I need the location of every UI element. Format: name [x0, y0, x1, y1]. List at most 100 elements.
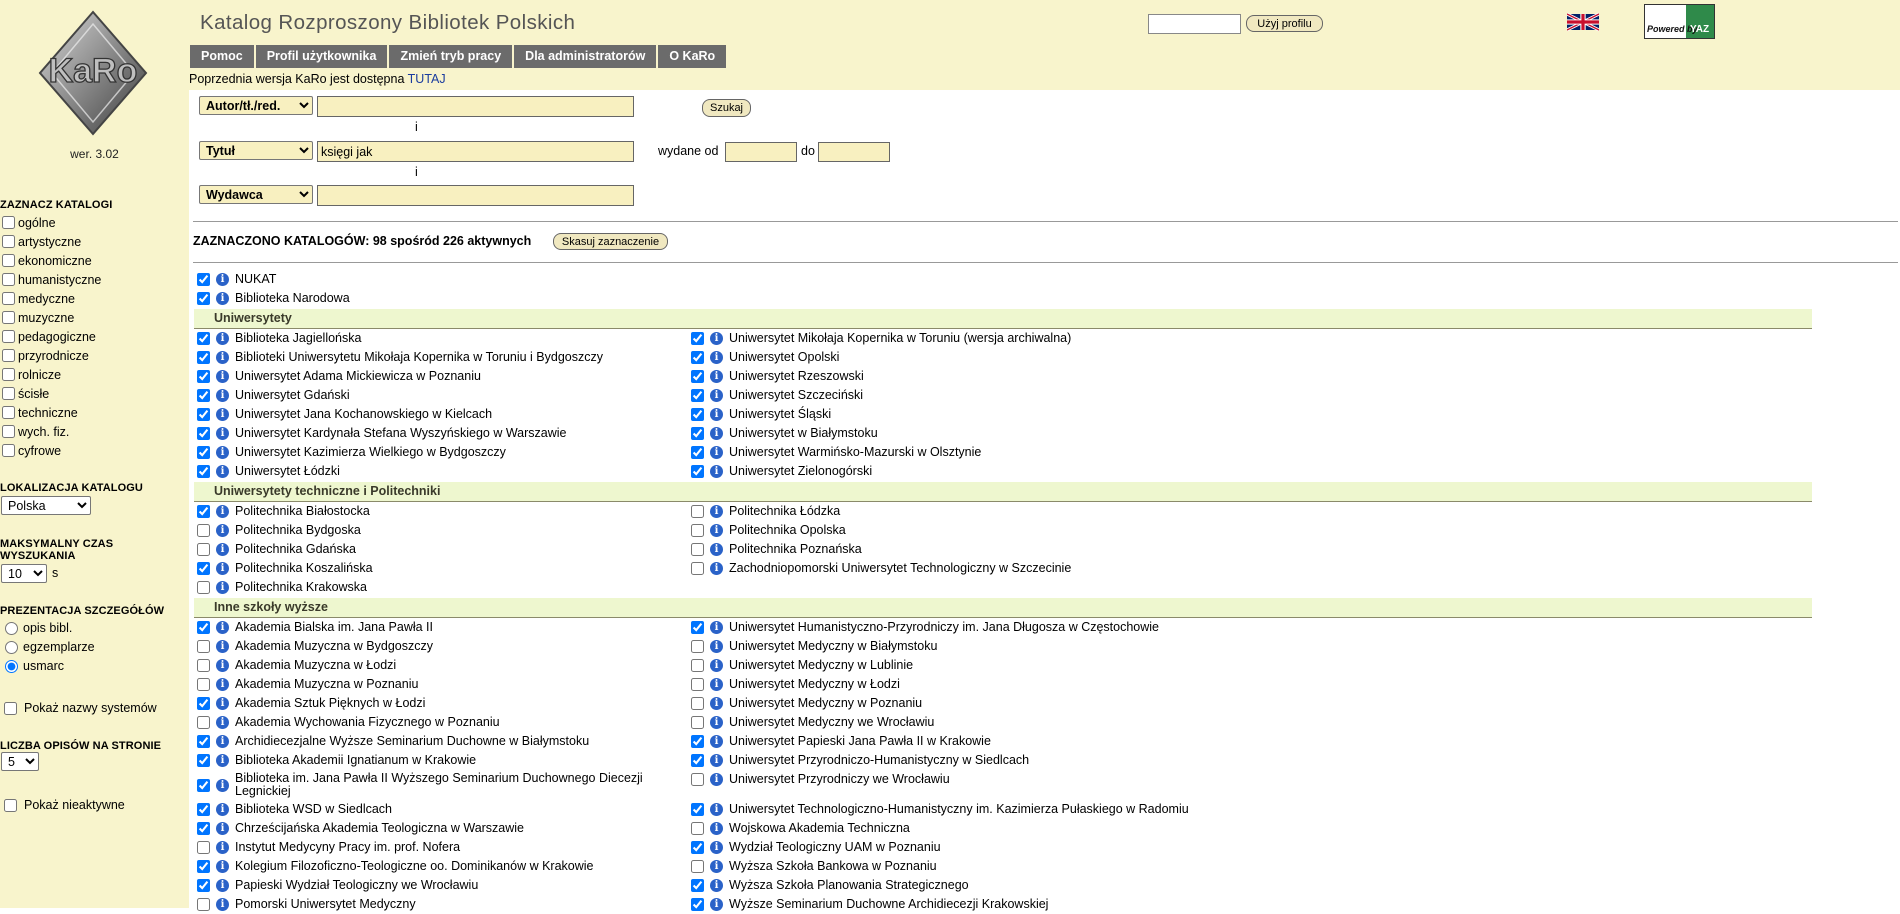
info-icon[interactable]: i [216, 822, 229, 835]
clear-selection-button[interactable]: Skasuj zaznaczenie [553, 233, 668, 250]
catalog-item[interactable]: i Uniwersytet Medyczny w Białymstoku [691, 637, 937, 656]
category-checkbox[interactable] [2, 387, 15, 400]
info-icon[interactable]: i [710, 879, 723, 892]
catalog-checkbox[interactable] [197, 446, 210, 459]
info-icon[interactable]: i [216, 898, 229, 911]
catalog-item[interactable]: i Politechnika Poznańska [691, 540, 862, 559]
catalog-checkbox[interactable] [691, 898, 704, 911]
catalog-checkbox[interactable] [197, 640, 210, 653]
catalog-item[interactable]: i Uniwersytet Kardynała Stefana Wyszyński… [197, 424, 567, 443]
catalog-item[interactable]: i Uniwersytet Przyrodniczy we Wrocławiu [691, 770, 950, 789]
year-to-input[interactable] [818, 142, 890, 162]
info-icon[interactable]: i [216, 803, 229, 816]
catalog-checkbox[interactable] [197, 505, 210, 518]
uk-flag-icon[interactable] [1567, 12, 1599, 32]
catalog-checkbox[interactable] [197, 803, 210, 816]
info-icon[interactable]: i [710, 697, 723, 710]
category-checkbox[interactable] [2, 216, 15, 229]
info-icon[interactable]: i [710, 678, 723, 691]
catalog-item[interactable]: i Zachodniopomorski Uniwersytet Technolog… [691, 559, 1071, 578]
info-icon[interactable]: i [216, 879, 229, 892]
catalog-item[interactable]: i Uniwersytet Medyczny w Łodzi [691, 675, 900, 694]
catalog-item[interactable]: i Politechnika Gdańska [197, 540, 356, 559]
details-radio[interactable] [5, 640, 18, 654]
catalog-item[interactable]: i Uniwersytet Rzeszowski [691, 367, 864, 386]
info-icon[interactable]: i [216, 678, 229, 691]
catalog-item[interactable]: i Wyższe Seminarium Duchowne Archidiecezj… [691, 895, 1048, 914]
catalog-item[interactable]: i Politechnika Łódzka [691, 502, 840, 521]
catalog-checkbox[interactable] [197, 754, 210, 767]
info-icon[interactable]: i [216, 370, 229, 383]
catalog-checkbox[interactable] [691, 332, 704, 345]
catalog-checkbox[interactable] [197, 841, 210, 854]
catalog-checkbox[interactable] [691, 465, 704, 478]
catalog-checkbox[interactable] [691, 697, 704, 710]
info-icon[interactable]: i [710, 822, 723, 835]
catalog-checkbox[interactable] [691, 621, 704, 634]
info-icon[interactable]: i [710, 754, 723, 767]
info-icon[interactable]: i [216, 524, 229, 537]
catalog-item[interactable]: i Uniwersytet Kazimierza Wielkiego w Bydg… [197, 443, 506, 462]
catalog-item[interactable]: i Instytut Medycyny Pracy im. prof. Nofer… [197, 838, 460, 857]
category-checkbox[interactable] [2, 273, 15, 286]
catalog-item[interactable]: i Wyższa Szkoła Planowania Strategicznego [691, 876, 969, 895]
info-icon[interactable]: i [710, 841, 723, 854]
use-profile-button[interactable]: Użyj profilu [1246, 15, 1323, 32]
catalog-checkbox[interactable] [197, 408, 210, 421]
info-icon[interactable]: i [216, 408, 229, 421]
catalog-item[interactable]: i Uniwersytet Medyczny w Poznaniu [691, 694, 922, 713]
info-icon[interactable]: i [710, 389, 723, 402]
info-icon[interactable]: i [710, 370, 723, 383]
catalog-item[interactable]: i Politechnika Białostocka [197, 502, 370, 521]
category-checkbox[interactable] [2, 311, 15, 324]
info-icon[interactable]: i [216, 778, 229, 792]
category-toggle[interactable]: wych. fiz. [2, 422, 69, 441]
catalog-checkbox[interactable] [197, 778, 210, 792]
info-icon[interactable]: i [216, 446, 229, 459]
info-icon[interactable]: i [710, 716, 723, 729]
field2-input[interactable] [317, 141, 634, 162]
catalog-checkbox[interactable] [197, 524, 210, 537]
catalog-item[interactable]: i Wydział Teologiczny UAM w Poznaniu [691, 838, 941, 857]
catalog-item[interactable]: i Politechnika Bydgoska [197, 521, 361, 540]
category-checkbox[interactable] [2, 235, 15, 248]
details-option[interactable]: usmarc [5, 657, 64, 675]
catalog-checkbox[interactable] [691, 389, 704, 402]
info-icon[interactable]: i [216, 754, 229, 767]
catalog-item[interactable]: i Biblioteka Jagiellońska [197, 329, 361, 348]
catalog-item[interactable]: i Akademia Sztuk Pięknych w Łodzi [197, 694, 425, 713]
field1-select[interactable]: Autor/tł./red. [199, 96, 313, 115]
catalog-item[interactable]: i Wyższa Szkoła Bankowa w Poznaniu [691, 857, 937, 876]
catalog-checkbox[interactable] [691, 505, 704, 518]
field2-select[interactable]: Tytuł [199, 141, 313, 160]
catalog-item[interactable]: i Uniwersytet Przyrodniczo-Humanistyczny … [691, 751, 1029, 770]
catalog-checkbox[interactable] [197, 898, 210, 911]
category-toggle[interactable]: pedagogiczne [2, 327, 96, 346]
category-checkbox[interactable] [2, 349, 15, 362]
category-toggle[interactable]: cyfrowe [2, 441, 61, 460]
nav-tab-help[interactable]: Pomoc [190, 45, 254, 68]
show-inactive-toggle[interactable]: Pokaż nieaktywne [4, 796, 125, 814]
category-toggle[interactable]: przyrodnicze [2, 346, 89, 365]
category-checkbox[interactable] [2, 444, 15, 457]
catalog-checkbox[interactable] [197, 351, 210, 364]
info-icon[interactable]: i [216, 292, 229, 305]
category-toggle[interactable]: muzyczne [2, 308, 74, 327]
info-icon[interactable]: i [216, 860, 229, 873]
nav-tab-about[interactable]: O KaRo [658, 45, 727, 68]
catalog-checkbox[interactable] [691, 773, 704, 786]
catalog-item[interactable]: i Politechnika Opolska [691, 521, 846, 540]
catalog-checkbox[interactable] [197, 389, 210, 402]
info-icon[interactable]: i [710, 465, 723, 478]
info-icon[interactable]: i [216, 621, 229, 634]
info-icon[interactable]: i [216, 841, 229, 854]
catalog-item[interactable]: i Biblioteka Narodowa [197, 289, 350, 308]
year-from-input[interactable] [725, 142, 797, 162]
profile-input[interactable] [1148, 14, 1241, 34]
field1-input[interactable] [317, 96, 634, 117]
catalog-item[interactable]: i Akademia Wychowania Fizycznego w Poznan… [197, 713, 500, 732]
catalog-checkbox[interactable] [197, 735, 210, 748]
info-icon[interactable]: i [216, 389, 229, 402]
catalog-checkbox[interactable] [691, 735, 704, 748]
category-checkbox[interactable] [2, 368, 15, 381]
